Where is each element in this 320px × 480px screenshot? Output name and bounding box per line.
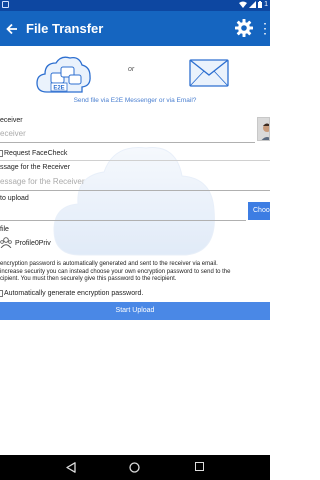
file-upload-underline bbox=[0, 220, 246, 221]
pick-contact-button[interactable] bbox=[257, 117, 270, 141]
settings-button[interactable] bbox=[234, 18, 254, 38]
start-upload-button[interactable]: Start Upload bbox=[0, 302, 270, 320]
more-options-button[interactable]: ⋮ bbox=[258, 17, 272, 39]
message-input-underline bbox=[0, 190, 270, 191]
message-label: ssage for the Receiver bbox=[0, 164, 71, 171]
email-envelope-icon bbox=[189, 59, 229, 87]
file-upload-label: to upload bbox=[0, 195, 29, 202]
encryption-info-text: encryption password is automatically gen… bbox=[0, 261, 270, 284]
info-line: increase security you can instead choose… bbox=[0, 268, 231, 275]
choose-file-button[interactable]: Choo bbox=[248, 202, 270, 220]
gear-icon bbox=[235, 19, 253, 37]
page-title: File Transfer bbox=[26, 21, 104, 36]
info-line: encryption password is automatically gen… bbox=[0, 261, 218, 267]
autogen-password-label: Automatically generate encryption passwo… bbox=[4, 290, 144, 297]
facecheck-checkbox[interactable] bbox=[0, 150, 3, 157]
file-label: file bbox=[0, 226, 9, 233]
status-bar: 1 bbox=[0, 0, 270, 11]
nav-recent-icon[interactable] bbox=[195, 462, 204, 471]
nav-home-icon[interactable] bbox=[129, 462, 140, 473]
wifi-icon bbox=[239, 1, 248, 8]
nav-back-icon[interactable] bbox=[66, 462, 76, 473]
app-bar: File Transfer ⋮ bbox=[0, 11, 272, 46]
battery-icon bbox=[258, 1, 263, 8]
autogen-password-checkbox[interactable] bbox=[0, 290, 3, 297]
e2e-cloud-icon: E2E bbox=[36, 56, 91, 93]
signal-icon bbox=[249, 1, 257, 8]
e2e-messenger-option[interactable]: E2E bbox=[35, 54, 92, 96]
receiver-input-underline bbox=[0, 142, 255, 143]
or-label: or bbox=[128, 66, 135, 73]
selected-file-name[interactable]: Profile0Priv bbox=[15, 240, 51, 247]
receiver-input[interactable]: eceiver bbox=[0, 129, 26, 138]
status-indicators: 1 bbox=[239, 1, 268, 8]
message-input[interactable]: essage for the Receiver bbox=[0, 177, 85, 186]
receiver-label: eceiver bbox=[0, 117, 23, 124]
email-option[interactable] bbox=[189, 59, 229, 87]
facecheck-label: Request FaceCheck bbox=[4, 150, 68, 157]
profile-icon bbox=[0, 237, 12, 248]
send-method-hint: Send file via E2E Messenger or via Email… bbox=[73, 97, 197, 104]
background-cloud-icon bbox=[53, 147, 215, 256]
back-button[interactable] bbox=[0, 11, 24, 46]
notification-icon bbox=[2, 1, 9, 8]
status-time: 1 bbox=[264, 1, 268, 8]
facecheck-divider bbox=[0, 160, 270, 161]
back-arrow-icon bbox=[6, 23, 17, 34]
info-line: cipient. You must then securely give thi… bbox=[0, 276, 177, 282]
e2e-badge-text: E2E bbox=[53, 86, 64, 92]
system-nav-bar bbox=[0, 455, 270, 480]
user-avatar-icon bbox=[258, 118, 269, 140]
